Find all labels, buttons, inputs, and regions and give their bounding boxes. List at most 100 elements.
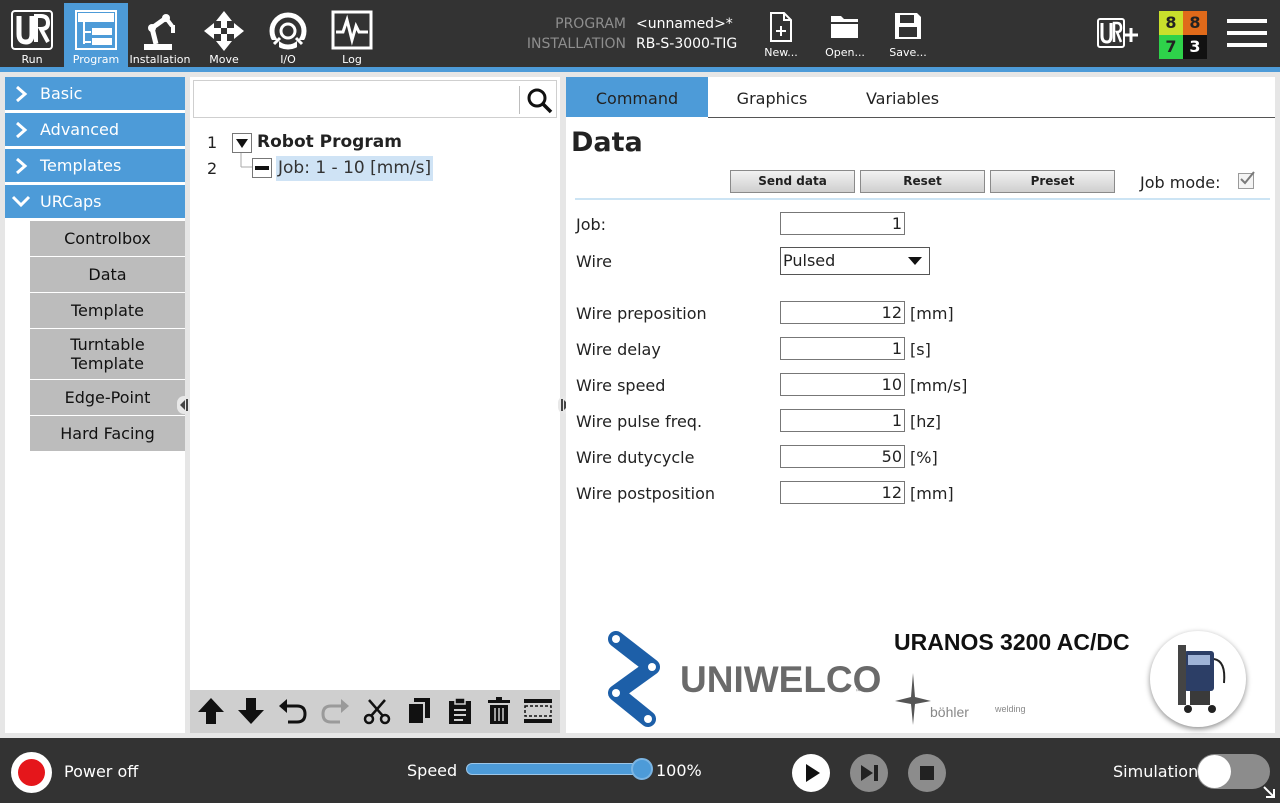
tree-root-robot-program[interactable]: Robot Program (257, 132, 402, 152)
status-counters[interactable]: 8 8 7 3 (1159, 11, 1207, 59)
page-title: Data (571, 127, 643, 158)
nav-move-button[interactable]: Move (192, 3, 256, 67)
wire-speed-input[interactable]: 10 (780, 373, 905, 396)
preset-button[interactable]: Preset (990, 170, 1115, 193)
wire-delay-input[interactable]: 1 (780, 337, 905, 360)
urcap-item-label: Controlbox (64, 229, 151, 248)
category-advanced[interactable]: Advanced (5, 113, 185, 146)
category-templates[interactable]: Templates (5, 149, 185, 182)
field-unit: [s] (910, 340, 931, 359)
urcap-item-label: Edge-Point (64, 388, 151, 407)
tree-node-job[interactable]: Job: 1 - 10 [mm/s] (276, 156, 434, 181)
suppress-icon[interactable] (523, 697, 553, 725)
job-label: Job: (576, 215, 607, 234)
paste-icon[interactable] (447, 697, 473, 725)
urcap-item-controlbox[interactable]: Controlbox (30, 221, 185, 256)
search-icon[interactable] (527, 88, 553, 114)
tab-variables[interactable]: Variables (836, 77, 969, 117)
move-down-icon[interactable] (237, 697, 265, 725)
nav-io-button[interactable]: I/O (256, 3, 320, 67)
urcap-item-hard-facing[interactable]: Hard Facing (30, 416, 185, 451)
move-up-icon[interactable] (197, 697, 225, 725)
bohler-suffix: welding (995, 704, 1026, 714)
wire-preposition-input[interactable]: 12 (780, 301, 905, 324)
nav-program-button[interactable]: Program (64, 3, 128, 67)
step-button[interactable] (850, 754, 888, 792)
counter-bottom-left: 7 (1159, 35, 1183, 59)
left-splitter-handle[interactable] (177, 396, 191, 414)
job-mode-checkbox[interactable] (1238, 171, 1255, 189)
dropdown-arrow-icon (908, 257, 922, 265)
urcap-item-label: Template (70, 301, 144, 320)
urcaps-plus-icon[interactable] (1097, 18, 1139, 48)
nav-run-button[interactable]: Run (0, 3, 64, 67)
counter-top-right: 8 (1183, 11, 1207, 35)
redo-icon[interactable] (320, 697, 350, 725)
cut-icon[interactable] (363, 697, 391, 725)
urcap-item-edge-point[interactable]: Edge-Point (30, 380, 185, 415)
nav-log-label: Log (342, 53, 362, 66)
field-unit: [hz] (910, 412, 942, 431)
nav-run-label: Run (21, 53, 43, 66)
collapse-triangle-icon[interactable] (232, 133, 252, 153)
send-data-button[interactable]: Send data (730, 170, 855, 193)
urcap-item-template[interactable]: Template (30, 293, 185, 328)
reset-button[interactable]: Reset (860, 170, 985, 193)
node-minus-icon[interactable] (252, 158, 272, 178)
tree-search-field[interactable] (193, 80, 557, 118)
field-unit: [mm/s] (910, 376, 968, 395)
tab-graphics[interactable]: Graphics (708, 77, 836, 117)
category-basic[interactable]: Basic (5, 77, 185, 110)
wire-dutycycle-input[interactable]: 50 (780, 445, 905, 468)
field-label: Wire pulse freq. (576, 412, 703, 431)
chevron-right-icon (16, 157, 28, 175)
field-label: Wire dutycycle (576, 448, 695, 467)
ur-logo-icon (11, 10, 53, 50)
play-button[interactable] (792, 754, 830, 792)
urcap-item-data[interactable]: Data (30, 257, 185, 292)
copy-icon[interactable] (406, 697, 432, 725)
wire-pulse-freq-input[interactable]: 1 (780, 409, 905, 432)
tree-toolbar (190, 690, 560, 733)
tab-underline (708, 117, 1275, 118)
save-file-button[interactable]: Save... (881, 10, 935, 62)
tree-search-input[interactable] (198, 85, 514, 113)
open-file-button[interactable]: Open... (818, 10, 872, 62)
log-icon (331, 10, 373, 50)
field-label: Wire delay (576, 340, 661, 359)
simulation-toggle[interactable] (1197, 754, 1270, 789)
chevron-down-icon (11, 195, 31, 208)
speed-slider-handle[interactable] (631, 758, 653, 780)
header-accent-line (0, 67, 1280, 72)
chevron-right-icon (16, 85, 28, 103)
section-divider (575, 198, 1270, 200)
counter-top-left: 8 (1159, 11, 1183, 35)
nav-installation-button[interactable]: Installation (128, 3, 192, 67)
tab-command[interactable]: Command (566, 77, 708, 117)
undo-icon[interactable] (278, 697, 308, 725)
nav-log-button[interactable]: Log (320, 3, 384, 67)
wire-postposition-input[interactable]: 12 (780, 481, 905, 504)
field-unit: [mm] (910, 304, 954, 323)
delete-trash-icon[interactable] (487, 697, 511, 725)
robot-arm-icon (144, 14, 175, 50)
power-button[interactable] (11, 752, 52, 793)
field-label: Wire speed (576, 376, 666, 395)
speed-slider-track[interactable] (466, 763, 642, 775)
category-urcaps-label: URCaps (40, 192, 102, 211)
wire-mode-select[interactable]: Pulsed (780, 247, 930, 275)
stop-button[interactable] (908, 754, 946, 792)
power-status-icon (18, 759, 45, 786)
new-file-button[interactable]: New... (754, 10, 808, 62)
node-content-panel: Command Graphics Variables Data Send dat… (566, 77, 1275, 733)
hamburger-menu-icon[interactable] (1227, 17, 1267, 49)
step-icon (861, 765, 878, 781)
job-input[interactable]: 1 (780, 212, 905, 235)
job-mode-label: Job mode: (1140, 173, 1221, 192)
top-toolbar: Run Program Installation Move I/O Log PR… (0, 0, 1280, 67)
speed-label: Speed (407, 761, 458, 780)
search-separator (519, 86, 520, 114)
simulation-label: Simulation (1113, 762, 1199, 781)
urcap-item-turntable-template[interactable]: Turntable Template (30, 329, 185, 379)
category-urcaps[interactable]: URCaps (5, 185, 185, 218)
